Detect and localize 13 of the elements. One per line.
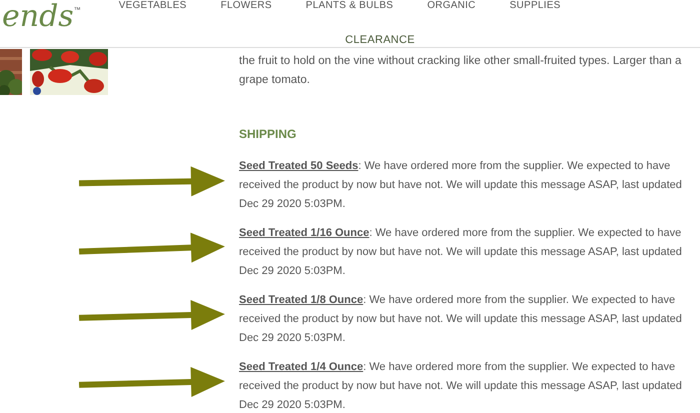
nav-link[interactable]: FLOWERS bbox=[220, 0, 272, 12]
nav-link[interactable]: VEGETABLES bbox=[118, 0, 187, 12]
nav-link[interactable]: PLANTS & BULBS bbox=[306, 0, 394, 12]
nav-link[interactable]: SUPPLIES bbox=[510, 0, 561, 12]
shipping-notice: Seed Treated 1/4 Ounce: We have ordered more from the supplier. We expected to have received the product by now but have not. We will update this message ASAP, last updated Dec 29 2020 5:03PM. bbox=[239, 360, 683, 413]
nav-link[interactable]: ORGANIC bbox=[427, 0, 476, 12]
nav-link[interactable]: CLEARANCE bbox=[345, 32, 415, 48]
description: the fruit to hold on the vine without cracking like other small-fruited types. Larger than a grape tomato. bbox=[239, 54, 682, 88]
logo[interactable]: ends bbox=[2, 0, 74, 34]
shipping-notice: Seed Treated 1/8 Ounce: We have ordered more from the supplier. We expected to have received the product by now but have not. We will update this message ASAP, last updated Dec 29 2020 5:03PM. bbox=[239, 293, 683, 346]
shipping-notice: Seed Treated 50 Seeds: We have ordered more from the supplier. We expected to have received the product by now but have not. We will update this message ASAP, last updated Dec 29 2020 5:03PM. bbox=[239, 159, 683, 212]
shipping-notice: Seed Treated 1/16 Ounce: We have ordered more from the supplier. We expected to have received the product by now but have not. We will update this message ASAP, last updated Dec 29 2020 5:03PM. bbox=[239, 226, 683, 279]
section-heading: SHIPPING bbox=[239, 126, 298, 143]
